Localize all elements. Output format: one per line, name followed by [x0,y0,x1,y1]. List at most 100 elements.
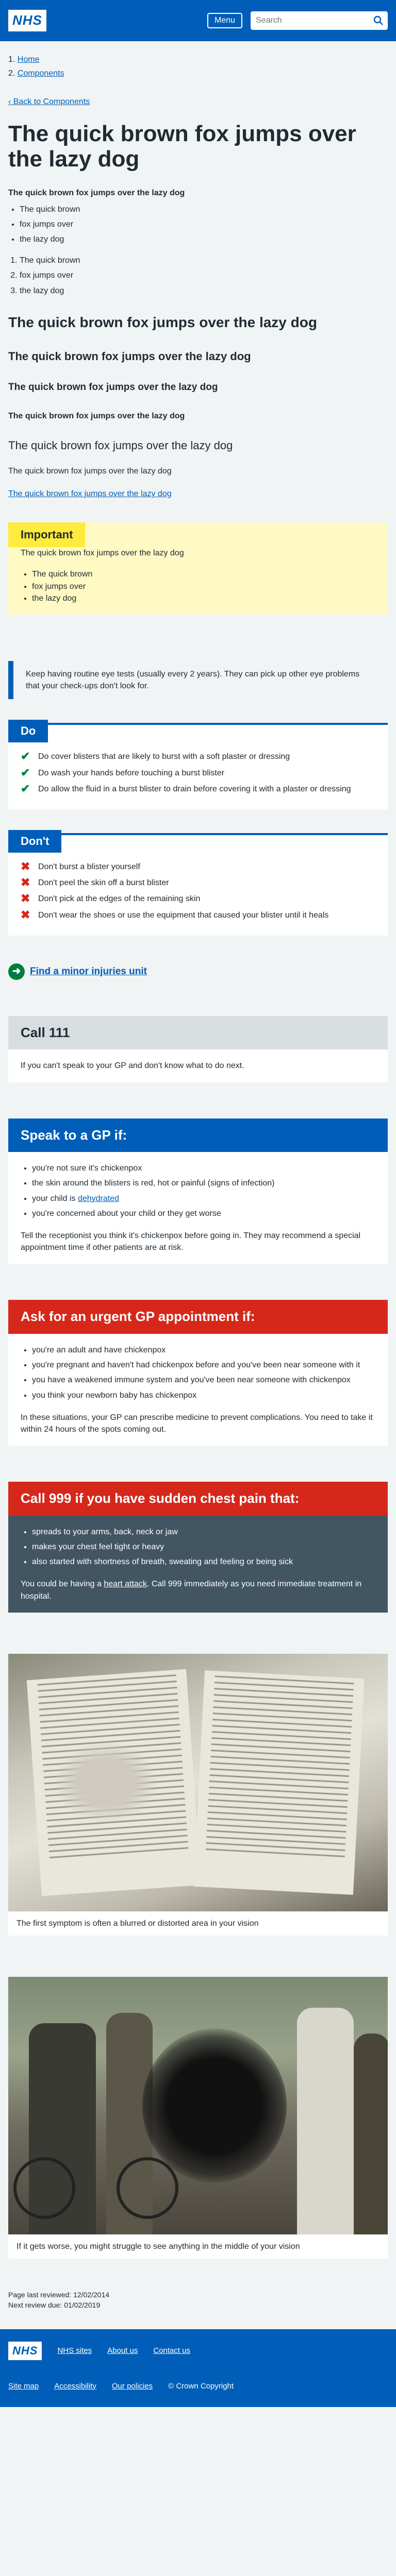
chevron-left-icon: ‹ [8,97,13,107]
dont-item: ✖ Don't pick at the edges of the remainin… [21,893,375,905]
review-dates: Page last reviewed: 12/02/2014 Next revi… [8,2290,388,2311]
care-card-urgent: Ask for an urgent GP appointment if: you… [8,1300,388,1446]
footer-link-accessibility[interactable]: Accessibility [54,2381,96,2392]
do-label: Do [8,720,48,743]
footer-nhs-logo[interactable]: NHS [8,2341,42,2360]
tick-icon: ✔ [21,750,30,763]
dont-item-text: Don't burst a blister yourself [38,862,140,871]
site-header: NHS Menu [0,0,396,41]
list-item: fox jumps over [20,218,388,230]
dehydrated-link[interactable]: dehydrated [78,1194,119,1203]
do-list-panel: Do ✔ Do cover blisters that are likely to… [8,720,388,809]
care-card-heading: Speak to a GP if: [8,1118,388,1153]
search-input[interactable] [251,11,369,30]
inset-text: Keep having routine eye tests (usually e… [8,661,388,700]
list-item: your child is dehydrated [32,1193,375,1205]
search-button[interactable] [369,11,388,30]
care-card-text: If you can't speak to your GP and don't … [21,1061,244,1071]
dont-list-panel: Don't ✖ Don't burst a blister yourself ✖ D… [8,829,388,936]
list-item: you're concerned about your child or the… [32,1208,375,1219]
book-image [8,1653,388,1911]
tick-icon: ✔ [21,782,30,795]
footer-link-nhs-sites[interactable]: NHS sites [57,2345,92,2357]
do-item: ✔ Do cover blisters that are likely to bu… [21,751,375,762]
figure-central-vision-loss: If it gets worse, you might struggle to … [8,1977,388,2259]
care-card-text: In these situations, your GP can prescri… [21,1413,373,1434]
list-item: you're not sure it's chickenpox [32,1162,375,1174]
list-item: the skin around the blisters is red, hot… [32,1177,375,1189]
figure-blurred-vision: The first symptom is often a blurred or … [8,1653,388,1936]
cross-icon: ✖ [21,908,30,921]
action-link[interactable]: ➜ Find a minor injuries unit [8,963,388,980]
dont-item: ✖ Don't burst a blister yourself [21,859,375,873]
cross-icon: ✖ [21,859,30,873]
list-item: you're pregnant and haven't had chickenp… [32,1359,375,1371]
heading-m: The quick brown fox jumps over the lazy … [8,382,218,393]
care-card-text: Tell the receptionist you think it's chi… [21,1231,361,1252]
do-item: ✔ Do wash your hands before touching a bu… [21,767,375,779]
list-item: the lazy dog [20,233,388,245]
list-item: also started with shortness of breath, s… [32,1556,375,1568]
list-item: the lazy dog [20,285,388,297]
page-title: The quick brown fox jumps over the lazy … [8,121,356,172]
tick-icon: ✔ [21,766,30,779]
warning-callout-label: Important [8,522,86,548]
warning-callout-text: The quick brown fox jumps over the lazy … [21,549,184,558]
last-reviewed: Page last reviewed: 12/02/2014 [8,2291,110,2299]
list-item: The quick brown [32,568,375,580]
back-link-label: Back to Components [13,97,90,107]
figure-caption: If it gets worse, you might struggle to … [16,2242,300,2251]
heading-s: The quick brown fox jumps over the lazy … [8,411,185,420]
bold-paragraph: The quick brown fox jumps over the lazy … [8,189,185,198]
bullet-list: The quick brown fox jumps over the lazy … [8,204,388,246]
dont-item-text: Don't wear the shoes or use the equipmen… [38,910,329,920]
care-card-heading: Call 999 if you have sudden chest pain t… [8,1482,388,1516]
main-content: 1. Home 2. Components ‹ Back to Componen… [0,54,396,2311]
do-item-text: Do cover blisters that are likely to bur… [38,752,290,761]
figure-caption: The first symptom is often a blurred or … [16,1919,259,1928]
do-item: ✔ Do allow the fluid in a burst blister t… [21,783,375,795]
breadcrumb-components[interactable]: Components [18,69,64,78]
list-item: The quick brown [20,255,388,266]
heading-l: The quick brown fox jumps over the lazy … [8,350,251,363]
dont-item: ✖ Don't wear the shoes or use the equipme… [21,909,375,921]
list-item: fox jumps over [32,581,375,592]
cross-icon: ✖ [21,892,30,905]
warning-callout: Important The quick brown fox jumps over… [8,522,388,615]
search-icon [373,15,383,25]
list-item: the lazy dog [32,592,375,604]
menu-button[interactable]: Menu [207,13,242,28]
care-card-heading: Ask for an urgent GP appointment if: [8,1300,388,1334]
back-link[interactable]: ‹ Back to Components [8,96,90,108]
search-form [251,11,388,30]
list-item: you're an adult and have chickenpox [32,1344,375,1356]
nhs-logo[interactable]: NHS [8,10,46,31]
dont-label: Don't [8,829,62,853]
footer-link-contact-us[interactable]: Contact us [153,2345,190,2357]
care-card-heading: Call 111 [8,1015,388,1050]
heart-attack-link[interactable]: heart attack [104,1580,147,1588]
footer-link-about-us[interactable]: About us [107,2345,138,2357]
care-card-emergency: Call 999 if you have sudden chest pain t… [8,1482,388,1613]
footer-link-our-policies[interactable]: Our policies [112,2381,153,2392]
street-image [8,1977,388,2234]
list-item: you think your newborn baby has chickenp… [32,1389,375,1401]
breadcrumb-home[interactable]: Home [18,55,40,64]
list-item: spreads to your arms, back, neck or jaw [32,1526,375,1538]
list-item: fox jumps over [20,269,388,281]
cross-icon: ✖ [21,876,30,889]
do-item-text: Do allow the fluid in a burst blister to… [38,784,351,793]
body-paragraph: The quick brown fox jumps over the lazy … [8,466,172,476]
dont-item-text: Don't pick at the edges of the remaining… [38,894,201,904]
footer-link-site-map[interactable]: Site map [8,2381,39,2392]
list-item: The quick brown [20,204,388,215]
breadcrumb: 1. Home 2. Components [8,55,64,78]
heading-normal: The quick brown fox jumps over the lazy … [8,438,233,452]
site-footer: NHS NHS sites About us Contact us Site m… [0,2329,396,2408]
do-item-text: Do wash your hands before touching a bur… [38,768,225,777]
list-item: makes your chest feel tight or heavy [32,1541,375,1553]
action-link-label: Find a minor injuries unit [30,965,147,977]
care-card-non-urgent: Call 111 If you can't speak to your GP a… [8,1015,388,1082]
list-item: you have a weakened immune system and yo… [32,1374,375,1386]
body-link[interactable]: The quick brown fox jumps over the lazy … [8,488,172,500]
